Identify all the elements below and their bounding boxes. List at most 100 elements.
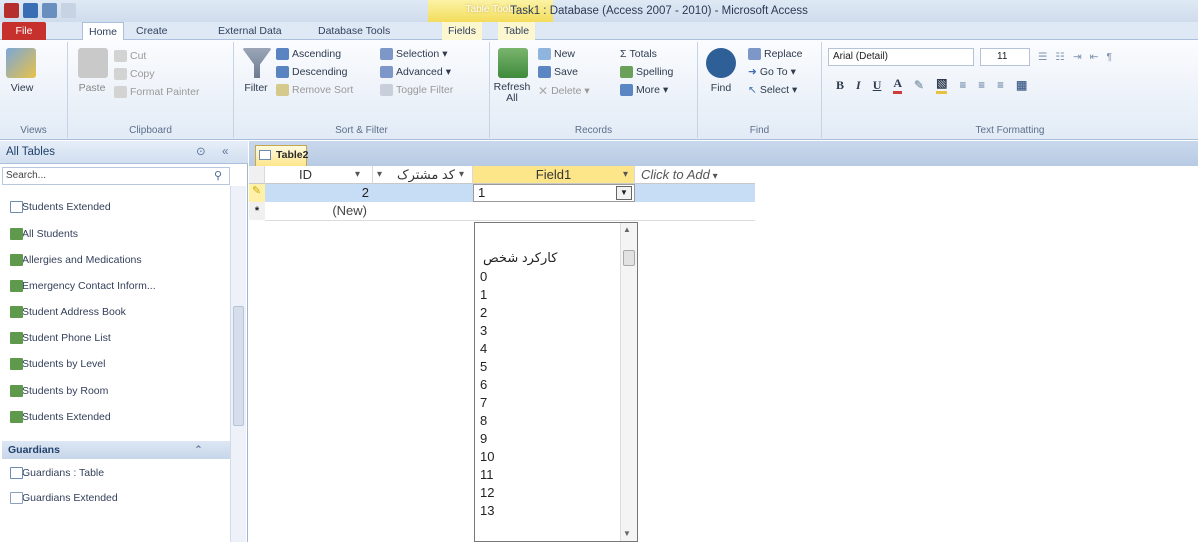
cell-id[interactable]: 2 [265, 184, 371, 202]
align-left-icon[interactable]: ≡ [959, 78, 966, 93]
field1-combo[interactable]: 1 ▼ [473, 184, 635, 202]
refresh-all-button[interactable]: Refresh All [492, 82, 532, 104]
toggle-filter-button[interactable]: Toggle Filter [380, 84, 453, 96]
dropdown-option[interactable]: 4 [480, 340, 487, 357]
more-button[interactable]: More ▾ [620, 84, 668, 96]
nav-item[interactable]: Guardians Extended [10, 487, 118, 509]
remove-sort-button[interactable]: Remove Sort [276, 84, 353, 96]
replace-button[interactable]: Replace [748, 48, 803, 60]
find-button[interactable]: Find [702, 82, 740, 94]
dropdown-option[interactable]: 1 [480, 286, 487, 303]
tab-file[interactable]: File [2, 22, 46, 40]
dropdown-scroll-thumb[interactable] [623, 250, 635, 266]
nav-item[interactable]: Students Extended [10, 196, 111, 218]
cut-button[interactable]: Cut [114, 50, 146, 62]
advanced-button[interactable]: Advanced ▾ [380, 66, 451, 78]
dropdown-option[interactable]: کارکرد شخص [483, 249, 557, 266]
save-record-button[interactable]: Save [538, 66, 578, 78]
bold-button[interactable]: B [836, 78, 844, 93]
font-name-select[interactable]: Arial (Detail) [828, 48, 974, 66]
font-color-button[interactable]: A [893, 76, 903, 94]
nav-scroll-thumb[interactable] [233, 306, 244, 426]
dropdown-option[interactable]: 5 [480, 358, 487, 375]
column-header-field1[interactable]: Field1 ▾ [473, 166, 635, 184]
numbering-icon[interactable]: ☷ [1055, 51, 1064, 63]
nav-item[interactable]: All Students [10, 223, 78, 245]
align-right-icon[interactable]: ≡ [997, 78, 1004, 93]
new-row-selector[interactable]: * [249, 202, 265, 220]
scroll-down-icon[interactable]: ▼ [623, 529, 631, 538]
align-center-icon[interactable]: ≡ [978, 78, 985, 93]
nav-item[interactable]: Student Address Book [10, 301, 126, 323]
dropdown-option[interactable]: 7 [480, 394, 487, 411]
view-button[interactable]: View [4, 82, 40, 94]
collapse-nav-icon[interactable]: « [222, 141, 228, 163]
dropdown-option[interactable]: 3 [480, 322, 487, 339]
rtl-icon[interactable]: ¶ [1106, 51, 1112, 63]
combo-dropdown-button[interactable]: ▼ [616, 186, 632, 200]
new-row-placeholder[interactable]: (New) [265, 202, 371, 220]
dropdown-scrollbar[interactable]: ▲ ▼ [620, 223, 637, 541]
nav-group-guardians[interactable]: Guardians ⌃ [2, 441, 230, 459]
nav-options-icon[interactable]: ⊙ [196, 141, 206, 163]
fill-color-icon[interactable]: ▧ [936, 76, 948, 94]
spelling-button[interactable]: Spelling [620, 66, 673, 78]
dropdown-option[interactable]: 11 [480, 466, 494, 483]
dropdown-option[interactable]: 12 [480, 484, 494, 501]
format-painter-button[interactable]: Format Painter [114, 86, 199, 98]
nav-item[interactable]: Students by Level [10, 353, 105, 375]
nav-item[interactable]: Students Extended [10, 406, 111, 428]
select-button[interactable]: ↖ Select ▾ [748, 84, 797, 96]
tab-table[interactable]: Table [498, 22, 536, 40]
collapse-group-icon[interactable]: ⌃ [194, 441, 203, 459]
column-header-id[interactable]: ID ▾ [265, 166, 373, 184]
tab-external-data[interactable]: External Data [212, 22, 288, 40]
dropdown-arrow-icon: ▾ [355, 169, 361, 180]
tab-database-tools[interactable]: Database Tools [312, 22, 396, 40]
paste-button[interactable]: Paste [74, 82, 110, 94]
totals-button[interactable]: Σ Totals [620, 48, 657, 60]
format-painter-icon [114, 86, 127, 98]
scroll-up-icon[interactable]: ▲ [623, 225, 631, 234]
dropdown-option[interactable]: 6 [480, 376, 487, 393]
nav-item[interactable]: Allergies and Medications [10, 249, 142, 271]
filter-button[interactable]: Filter [238, 82, 274, 94]
tab-fields[interactable]: Fields [442, 22, 483, 40]
nav-item[interactable]: Student Phone List [10, 327, 111, 349]
selection-button[interactable]: Selection ▾ [380, 48, 447, 60]
column-header-subscriber-code[interactable]: ▾ کد مشترک ▾ [373, 166, 473, 184]
dropdown-option[interactable]: 0 [480, 268, 487, 285]
descending-button[interactable]: Descending [276, 66, 347, 78]
ascending-button[interactable]: Ascending [276, 48, 341, 60]
dropdown-option[interactable]: 9 [480, 430, 487, 447]
dropdown-option[interactable]: 10 [480, 448, 494, 465]
indent-icon[interactable]: ⇥ [1073, 51, 1082, 63]
copy-button[interactable]: Copy [114, 68, 155, 80]
search-icon[interactable]: ⚲ [214, 169, 222, 182]
gridlines-icon[interactable]: ▦ [1016, 78, 1027, 93]
new-record-button[interactable]: New [538, 48, 575, 60]
bullets-icon[interactable]: ☰ [1038, 51, 1047, 63]
delete-record-button[interactable]: ✕ Delete ▾ [538, 84, 590, 98]
highlight-icon[interactable]: ✎ [914, 78, 924, 93]
goto-button[interactable]: ➜ Go To ▾ [748, 66, 796, 78]
font-size-select[interactable]: 11 [980, 48, 1030, 66]
nav-header[interactable]: All Tables ⊙ « [0, 141, 248, 164]
italic-button[interactable]: I [856, 78, 861, 93]
dropdown-option[interactable]: 8 [480, 412, 487, 429]
row-selector[interactable]: ✎ [249, 184, 265, 202]
nav-item[interactable]: Students by Room [10, 380, 108, 402]
click-to-add-header[interactable]: Click to Add ▾ [635, 166, 755, 184]
row-selector-header[interactable] [249, 166, 265, 184]
dropdown-option[interactable]: 2 [480, 304, 487, 321]
nav-search-input[interactable]: Search... [2, 167, 230, 185]
nav-item[interactable]: Guardians : Table [10, 462, 104, 484]
tab-home[interactable]: Home [82, 22, 125, 41]
dropdown-option[interactable]: 13 [480, 502, 494, 519]
underline-button[interactable]: U [873, 78, 882, 93]
tab-create[interactable]: Create [130, 22, 174, 40]
nav-item[interactable]: Emergency Contact Inform... [10, 275, 156, 297]
outdent-icon[interactable]: ⇤ [1090, 51, 1099, 63]
dropdown-arrow-icon: ▾ [623, 169, 629, 180]
nav-scrollbar[interactable] [230, 186, 246, 542]
